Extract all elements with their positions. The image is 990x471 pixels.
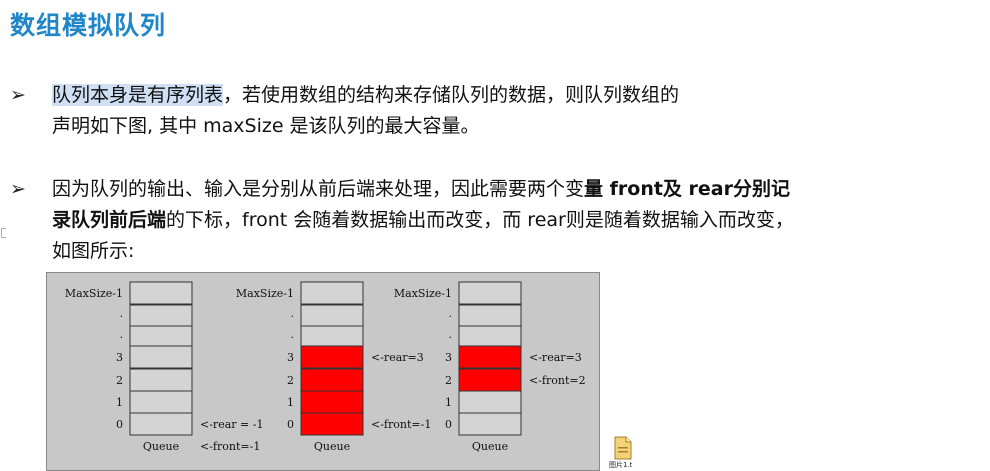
row-label: MaxSize-1 (236, 287, 294, 300)
bullet-2-line-b: 的下标，front 会随着数据输出而改变，而 rear则是随着数据输入而改变， (166, 209, 794, 231)
row-label: · (449, 310, 453, 323)
document-icon-label: 图片1.t (609, 461, 633, 469)
row-label: 3 (116, 351, 123, 364)
queue-cell (300, 325, 364, 349)
row-label: 2 (116, 374, 123, 387)
queue-cell (129, 281, 193, 305)
pointer-label: <-rear=3 (529, 351, 582, 364)
queue-cell (129, 368, 193, 392)
row-label: MaxSize-1 (394, 287, 452, 300)
pointer-label: <-rear = -1 (200, 418, 263, 431)
queue-cell-filled (458, 368, 522, 392)
bullet-text-2: 因为队列的输出、输入是分别从前后端来处理，因此需要两个变量 front及 rea… (52, 174, 990, 267)
queue-caption: Queue (472, 440, 508, 453)
highlighted-text: 队列本身是有序列表 (52, 84, 224, 106)
bullet-2-bold-a: 量 front及 rear分别记 (584, 178, 790, 200)
pointer-label: <-front=-1 (200, 440, 260, 453)
queue-cell (458, 281, 522, 305)
pointer-label: <-front=-1 (371, 418, 431, 431)
queue-cell (129, 345, 193, 369)
row-label: · (120, 331, 124, 344)
row-label: 0 (445, 418, 452, 431)
row-label: 1 (445, 396, 452, 409)
bullet-2-bold-b: 录队列前后端 (52, 209, 167, 231)
queue-cell (458, 304, 522, 328)
row-label: 3 (445, 351, 452, 364)
document-icon[interactable] (612, 436, 634, 460)
queue-cell (458, 390, 522, 414)
queue-cell-filled (300, 412, 364, 436)
queue-cell-filled (300, 390, 364, 414)
queue-caption: Queue (314, 440, 350, 453)
bullet-2-line-a: 因为队列的输出、输入是分别从前后端来处理，因此需要两个变 (52, 178, 585, 200)
row-label: 1 (116, 396, 123, 409)
bullet-2-line-c: 如图所示: (52, 240, 135, 262)
page-title: 数组模拟队列 (10, 11, 167, 40)
row-label: 0 (287, 418, 294, 431)
queue-cell (458, 325, 522, 349)
row-label: 3 (287, 351, 294, 364)
row-label: 1 (287, 396, 294, 409)
queue-diagram-svg: MaxSize-1 · · 3 2 1 0 Queue <-rear = -1 <-front=-… (65, 281, 586, 453)
bullet-arrow-icon: ➢ (10, 178, 26, 200)
queue-cell-filled (300, 368, 364, 392)
queue-cell (458, 412, 522, 436)
row-label: · (291, 310, 295, 323)
queue-cell (300, 304, 364, 328)
queue-cell (300, 281, 364, 305)
row-label: · (449, 331, 453, 344)
queue-cell (129, 412, 193, 436)
pointer-label: <-rear=3 (371, 351, 424, 364)
bullet-text-1: 队列本身是有序列表，若使用数组的结构来存储队列的数据，则队列数组的 声明如下图,… (52, 80, 990, 142)
queue-cell (129, 325, 193, 349)
row-label: 2 (287, 374, 294, 387)
slide-edge-marker (1, 228, 6, 238)
queue-cell-filled (300, 345, 364, 369)
queue-diagram: MaxSize-1 · · 3 2 1 0 Queue <-rear = -1 <-front=-… (46, 272, 600, 471)
queue-caption: Queue (143, 440, 179, 453)
queue-cell (129, 390, 193, 414)
queue-cell (129, 304, 193, 328)
bullet-1-line-a: ，若使用数组的结构来存储队列的数据，则队列数组的 (223, 84, 680, 106)
row-label: 0 (116, 418, 123, 431)
row-label: · (291, 331, 295, 344)
queue-cell-filled (458, 345, 522, 369)
row-label: · (120, 310, 124, 323)
row-label: MaxSize-1 (65, 287, 123, 300)
bullet-1-line-b: 声明如下图, 其中 maxSize 是该队列的最大容量。 (52, 115, 480, 137)
bullet-arrow-icon: ➢ (10, 84, 26, 106)
pointer-label: <-front=2 (529, 374, 586, 387)
row-label: 2 (445, 374, 452, 387)
